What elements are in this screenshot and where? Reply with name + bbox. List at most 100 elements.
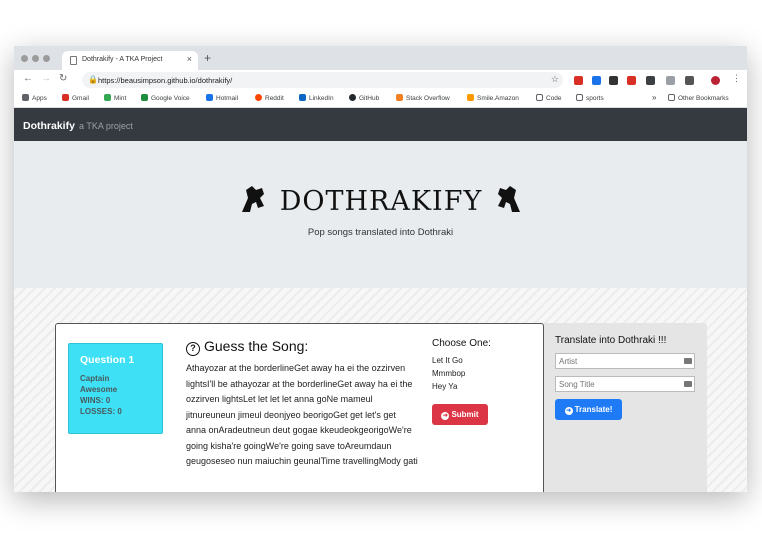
bookmark-item[interactable]: Apps [22,94,47,102]
choice-option[interactable]: Hey Ya [432,382,458,391]
bookmark-item[interactable]: Hotmail [206,94,238,102]
guess-heading-text: Guess the Song: [204,338,309,354]
extension-icon[interactable] [666,76,675,85]
translate-button[interactable]: ➜ Translate! [555,399,622,420]
bookmark-item[interactable]: Stack Overflow [396,94,450,102]
bookmark-label: Apps [32,95,47,102]
bookmark-star-icon[interactable]: ☆ [551,74,559,85]
question-circle-icon: ? [186,342,200,356]
github-icon [349,94,356,101]
extension-icon[interactable] [574,76,583,85]
gmail-icon [62,94,69,101]
tab-close-icon[interactable]: × [187,54,192,64]
logo-text: DOTHRAKIFY [280,186,483,216]
bookmark-label: Hotmail [216,95,239,102]
browser-tab[interactable]: Dothrakify - A TKA Project × [62,51,198,70]
score-box: Question 1 Captain Awesome WINS: 0 LOSSE… [68,343,163,434]
folder-icon [576,94,583,101]
bookmark-label: Stack Overflow [406,95,450,102]
losses-count: LOSSES: 0 [80,407,122,416]
translate-heading: Translate into Dothraki !!! [555,335,667,346]
navigation-bar: ← → ↻ 🔒 https://beausimpson.github.io/do… [14,70,747,90]
bookmark-item[interactable]: LinkedIn [299,94,334,102]
bookmark-label: Gmail [72,95,89,102]
bookmark-item[interactable]: Gmail [62,94,89,102]
bookmark-label: sports [586,95,604,102]
bookmark-label: Google Voice [151,95,190,102]
game-card: Question 1 Captain Awesome WINS: 0 LOSSE… [55,323,544,492]
tab-bar: Dothrakify - A TKA Project × + [14,46,747,70]
lock-icon: 🔒 [88,75,98,84]
maximize-window-button[interactable] [43,55,50,62]
autofill-icon[interactable] [684,358,692,364]
back-icon[interactable]: ← [23,73,33,84]
page-icon [70,56,77,65]
bookmarks-bar: Apps Gmail Mint Google Voice Hotmail Red… [14,90,747,108]
tagline: Pop songs translated into Dothraki [307,227,454,238]
menu-icon[interactable]: ⋮ [732,73,741,84]
amazon-icon [467,94,474,101]
folder-icon [668,94,675,101]
bookmark-label: Reddit [265,95,284,102]
choice-option[interactable]: Mmmbop [432,369,465,378]
hotmail-icon [206,94,213,101]
lyrics-text: Athayozar at the borderlineGet away ha e… [186,363,418,466]
apps-icon [22,94,29,101]
bookmark-label: Code [546,95,562,102]
bookmark-item[interactable]: Mint [104,94,126,102]
wins-count: WINS: 0 [80,396,111,405]
linkedin-icon [299,94,306,101]
dothrakify-logo: DOTHRAKIFY [242,186,520,216]
reddit-icon [255,94,262,101]
bookmark-label: Other Bookmarks [678,95,729,102]
extension-icon[interactable] [592,76,601,85]
horse-icon [242,186,264,212]
bookmark-folder[interactable]: sports [576,94,604,102]
autofill-icon[interactable] [684,381,692,387]
address-bar[interactable]: 🔒 https://beausimpson.github.io/dothraki… [82,72,563,88]
site-brand[interactable]: Dothrakify [23,120,75,132]
arrow-circle-icon: ➜ [441,411,450,420]
minimize-window-button[interactable] [32,55,39,62]
mint-icon [104,94,111,101]
bookmark-folder[interactable]: Code [536,94,562,102]
profile-avatar[interactable] [711,76,720,85]
folder-icon [536,94,543,101]
bookmark-label: GitHub [359,95,380,102]
choice-option[interactable]: Let It Go [432,356,463,365]
extension-icon[interactable] [685,76,694,85]
bookmark-item[interactable]: GitHub [349,94,379,102]
submit-button[interactable]: ➜ Submit [432,404,488,425]
other-bookmarks-folder[interactable]: Other Bookmarks [668,94,729,102]
translate-label: Translate! [574,404,613,414]
extension-icon[interactable] [609,76,618,85]
bookmarks-overflow-button[interactable]: » [652,93,656,102]
player-name-line1: Captain [80,374,110,383]
bookmark-item[interactable]: Google Voice [141,94,190,102]
bookmark-item[interactable]: Smile.Amazon [467,94,519,102]
guess-heading: ? Guess the Song: [186,338,308,356]
tab-title: Dothrakify - A TKA Project [82,56,163,63]
bookmark-label: Smile.Amazon [477,95,519,102]
new-tab-button[interactable]: + [204,51,211,65]
player-name-line2: Awesome [80,385,118,394]
close-window-button[interactable] [21,55,28,62]
bookmark-label: LinkedIn [309,95,334,102]
forward-icon[interactable]: → [41,73,51,84]
song-title-input[interactable] [555,376,695,392]
bookmark-item[interactable]: Reddit [255,94,284,102]
url-text[interactable]: https://beausimpson.github.io/dothrakify… [98,76,232,85]
extension-icon[interactable] [646,76,655,85]
submit-label: Submit [451,409,479,419]
stack-overflow-icon [396,94,403,101]
horse-icon [498,186,520,212]
reload-icon[interactable]: ↻ [59,73,67,84]
site-navbar: Dothrakify a TKA project [14,108,747,141]
bookmark-label: Mint [114,95,127,102]
extension-icon[interactable] [627,76,636,85]
site-brand-subtitle: a TKA project [79,121,133,131]
artist-input[interactable] [555,353,695,369]
browser-window: Dothrakify - A TKA Project × + ← → ↻ 🔒 h… [14,46,747,492]
arrow-circle-icon: ➜ [564,406,573,415]
choose-heading: Choose One: [432,338,491,349]
